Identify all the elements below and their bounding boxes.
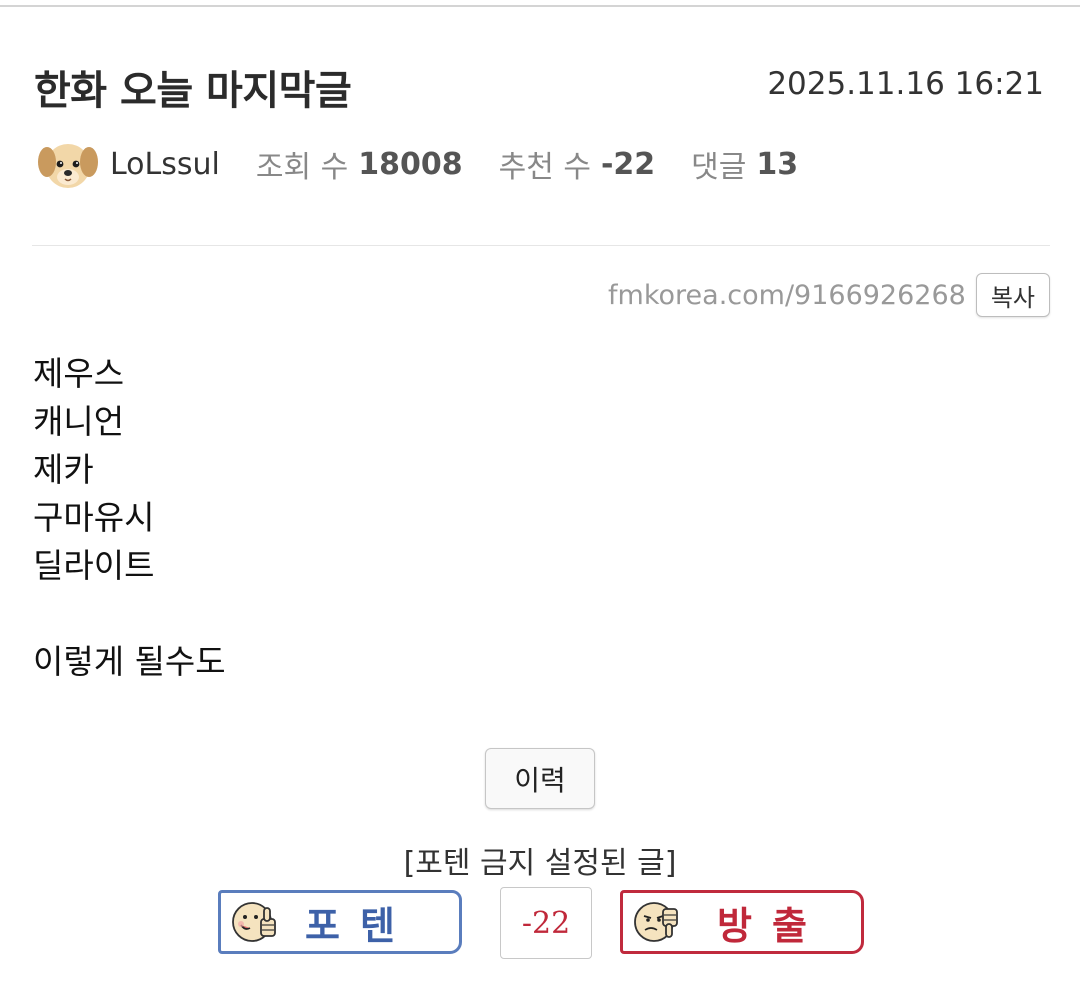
post-meta: LoLssul 조회 수 18008 추천 수 -22 댓글 13 [36, 134, 834, 194]
history-button[interactable]: 이력 [485, 748, 595, 809]
puppy-avatar-icon[interactable] [36, 132, 100, 196]
thumbs-down-face-icon [634, 902, 678, 942]
body-line: 딜라이트 [33, 546, 155, 585]
views-count: 18008 [358, 146, 463, 182]
body-blank-line [33, 590, 226, 638]
comments-label: 댓글 [691, 150, 747, 185]
body-line: 구마유시 [33, 498, 155, 537]
downvote-button[interactable]: 방출 [620, 890, 864, 954]
thumbs-up-face-icon [232, 902, 276, 942]
body-line: 이렇게 될수도 [33, 642, 226, 681]
top-divider [0, 5, 1080, 7]
body-line: 제우스 [33, 354, 125, 393]
post-url: fmkorea.com/9166926268 [608, 279, 966, 311]
header-divider [32, 245, 1050, 246]
recommend-label: 추천 수 [498, 150, 591, 185]
post-body: 제우스 캐니언 제카 구마유시 딜라이트 이렇게 될수도 [33, 350, 226, 686]
post-link-row: fmkorea.com/9166926268 복사 [608, 273, 1050, 317]
potential-ban-notice: [포텐 금지 설정된 글] [403, 846, 677, 881]
recommend-count: -22 [600, 146, 656, 182]
views-label: 조회 수 [255, 150, 349, 185]
upvote-button[interactable]: 포텐 [218, 890, 462, 954]
body-line: 제카 [33, 450, 94, 489]
vote-count: -22 [500, 887, 592, 959]
post-date: 2025.11.16 16:21 [767, 66, 1044, 102]
author-name[interactable]: LoLssul [110, 147, 220, 182]
downvote-label: 방출 [717, 902, 827, 948]
comments-count: 13 [756, 146, 799, 182]
post-title: 한화 오늘 마지막글 [34, 68, 352, 114]
copy-url-button[interactable]: 복사 [975, 273, 1050, 317]
body-line: 캐니언 [33, 402, 125, 441]
upvote-label: 포텐 [305, 902, 415, 948]
